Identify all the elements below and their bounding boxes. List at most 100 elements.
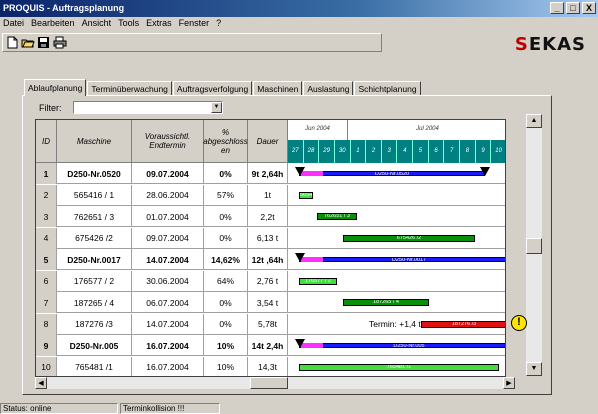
- table-row[interactable]: 6 176577 / 2 30.06.2004 64% 2,76 t 176577 / 2: [36, 270, 505, 292]
- month-label: Jun 2004: [288, 120, 348, 140]
- gantt-summary-bar[interactable]: D250-Nr.005: [299, 343, 505, 348]
- table-row[interactable]: 7 187265 / 4 06.07.2004 0% 3,54 t 187265 / 4: [36, 292, 505, 313]
- menu-tools[interactable]: Tools: [118, 18, 139, 31]
- day-label: 30: [335, 140, 351, 163]
- cell-endtermin: 14.07.2004: [132, 313, 204, 335]
- month-label: Jul 2004: [348, 120, 505, 140]
- tab-ablaufplanung[interactable]: Ablaufplanung: [24, 79, 87, 96]
- cell-id: 5: [36, 249, 57, 270]
- menu-fenster[interactable]: Fenster: [179, 18, 210, 31]
- day-label: 10: [491, 140, 505, 163]
- hscroll-thumb[interactable]: [250, 377, 288, 389]
- close-button[interactable]: X: [582, 2, 596, 14]
- tab-schichtplanung[interactable]: Schichtplanung: [354, 81, 421, 95]
- window-title: PROQUIS - Auftragsplanung: [3, 3, 125, 13]
- gantt-task-bar[interactable]: 675426 /2: [343, 234, 475, 242]
- filter-dropdown[interactable]: ▼: [73, 101, 223, 114]
- cell-id: 4: [36, 227, 57, 249]
- gantt-cell: D250-Nr.005: [287, 335, 505, 356]
- menu-bearbeiten[interactable]: Bearbeiten: [31, 18, 75, 31]
- table-row[interactable]: 3 762651 / 3 01.07.2004 0% 2,2t 762651 / 3: [36, 206, 505, 227]
- cell-endtermin: 06.07.2004: [132, 292, 204, 313]
- window-titlebar: PROQUIS - Auftragsplanung _ □ X: [0, 0, 598, 17]
- table-row[interactable]: 8 187276 /3 14.07.2004 0% 5,78t 187276 /3 Term…: [36, 313, 505, 335]
- status-online: Status: online: [0, 403, 118, 414]
- menu-ansicht[interactable]: Ansicht: [82, 18, 112, 31]
- menu-datei[interactable]: Datei: [3, 18, 24, 31]
- scroll-down-icon[interactable]: ▼: [526, 362, 542, 376]
- tab-auslastung[interactable]: Auslastung: [303, 81, 354, 95]
- cell-percent: 0%: [204, 227, 248, 249]
- table-row[interactable]: 9 D250-Nr.005 16.07.2004 10% 14t 2,4h D250-Nr…: [36, 335, 505, 356]
- print-icon[interactable]: [53, 36, 67, 49]
- cell-dauer: 6,13 t: [248, 227, 288, 249]
- header-percent[interactable]: % abgeschloss en: [203, 120, 248, 163]
- save-icon[interactable]: [37, 36, 51, 49]
- day-label: 27: [288, 140, 304, 163]
- day-label: 8: [460, 140, 476, 163]
- gantt-task-bar[interactable]: 565416/1: [299, 191, 313, 199]
- scroll-thumb[interactable]: [526, 238, 542, 254]
- cell-maschine: 176577 / 2: [57, 270, 132, 292]
- tab-strip: Ablaufplanung Terminüberwachung Auftrags…: [24, 79, 422, 96]
- table-row[interactable]: 2565416 / 128.06.200457%1t 565416/1: [36, 184, 505, 206]
- cell-id: 9: [36, 335, 57, 356]
- cell-percent: 0%: [204, 163, 248, 184]
- header-id[interactable]: ID: [36, 120, 57, 163]
- header-endtermin[interactable]: Voraussichtl. Endtermin: [132, 120, 204, 163]
- gantt-task-bar[interactable]: 762651 / 3: [317, 213, 357, 220]
- cell-maschine: 187265 / 4: [57, 292, 132, 313]
- scroll-left-icon[interactable]: ◀: [35, 377, 47, 389]
- gantt-cell: D250-Nr.0017: [287, 249, 505, 270]
- cell-maschine: D250-Nr.005: [57, 335, 132, 356]
- header-maschine[interactable]: Maschine: [57, 120, 132, 163]
- gantt-cell: 187276 /3 Termin: +1,4 t: [287, 314, 505, 335]
- table-row[interactable]: 1 D250-Nr.0520 09.07.2004 0% 9t 2,64h D250-Nr…: [36, 163, 505, 184]
- planning-grid: ID Maschine Voraussichtl. Endtermin % ab…: [35, 119, 506, 377]
- cell-percent: 0%: [204, 313, 248, 335]
- cell-dauer: 14,3t: [248, 356, 288, 376]
- menubar: Datei Bearbeiten Ansicht Tools Extras Fe…: [0, 18, 598, 31]
- cell-dauer: 12t ,64h: [248, 249, 288, 270]
- gantt-summary-bar[interactable]: D250-Nr.0520: [299, 171, 485, 176]
- scroll-right-icon[interactable]: ▶: [503, 377, 515, 389]
- cell-maschine: 675426 /2: [57, 227, 132, 249]
- tab-terminueberwachung[interactable]: Terminüberwachung: [87, 81, 172, 95]
- horizontal-scrollbar[interactable]: ◀ ▶: [35, 377, 515, 389]
- cell-endtermin: 14.07.2004: [132, 249, 204, 270]
- gantt-cell: 675426 /2: [287, 228, 505, 249]
- menu-help[interactable]: ?: [216, 18, 221, 31]
- tab-auftragsverfolgung[interactable]: Auftragsverfolgung: [172, 81, 253, 95]
- tab-maschinen[interactable]: Maschinen: [253, 81, 303, 95]
- gantt-cell: 176577 / 2: [287, 271, 505, 292]
- milestone-start-icon: [295, 339, 305, 348]
- chevron-down-icon[interactable]: ▼: [211, 102, 222, 113]
- vertical-scrollbar[interactable]: ▲ ▼: [526, 114, 542, 376]
- menu-extras[interactable]: Extras: [146, 18, 172, 31]
- gantt-task-bar[interactable]: 176577 / 2: [299, 277, 337, 285]
- gantt-summary-bar[interactable]: D250-Nr.0017: [299, 257, 505, 262]
- cell-percent: 64%: [204, 270, 248, 292]
- cell-percent: 0%: [204, 206, 248, 227]
- day-label: 9: [476, 140, 492, 163]
- gantt-task-bar[interactable]: 187265 / 4: [343, 299, 429, 306]
- table-row[interactable]: 4 675426 /2 09.07.2004 0% 6,13 t 675426 /2: [36, 227, 505, 249]
- milestone-start-icon: [295, 253, 305, 262]
- cell-endtermin: 28.06.2004: [132, 184, 204, 206]
- cell-id: 1: [36, 163, 57, 184]
- cell-endtermin: 09.07.2004: [132, 227, 204, 249]
- table-row[interactable]: 5 D250-Nr.0017 14.07.2004 14,62% 12t ,64h D25…: [36, 249, 505, 270]
- new-file-icon[interactable]: [5, 36, 19, 49]
- minimize-button[interactable]: _: [550, 2, 564, 14]
- scroll-up-icon[interactable]: ▲: [526, 114, 542, 128]
- open-folder-icon[interactable]: [21, 36, 35, 49]
- gantt-cell: 762651 / 3: [287, 206, 505, 227]
- header-dauer[interactable]: Dauer: [248, 120, 288, 163]
- gantt-task-bar[interactable]: 765481 /1: [299, 363, 499, 371]
- day-label: 5: [413, 140, 429, 163]
- warning-icon[interactable]: !: [511, 315, 527, 331]
- cell-percent: 0%: [204, 292, 248, 313]
- table-row[interactable]: 10 765481 /1 16.07.2004 10% 14,3t 765481 /1: [36, 356, 505, 376]
- gantt-task-bar[interactable]: 187276 /3: [421, 320, 505, 328]
- maximize-button[interactable]: □: [566, 2, 580, 14]
